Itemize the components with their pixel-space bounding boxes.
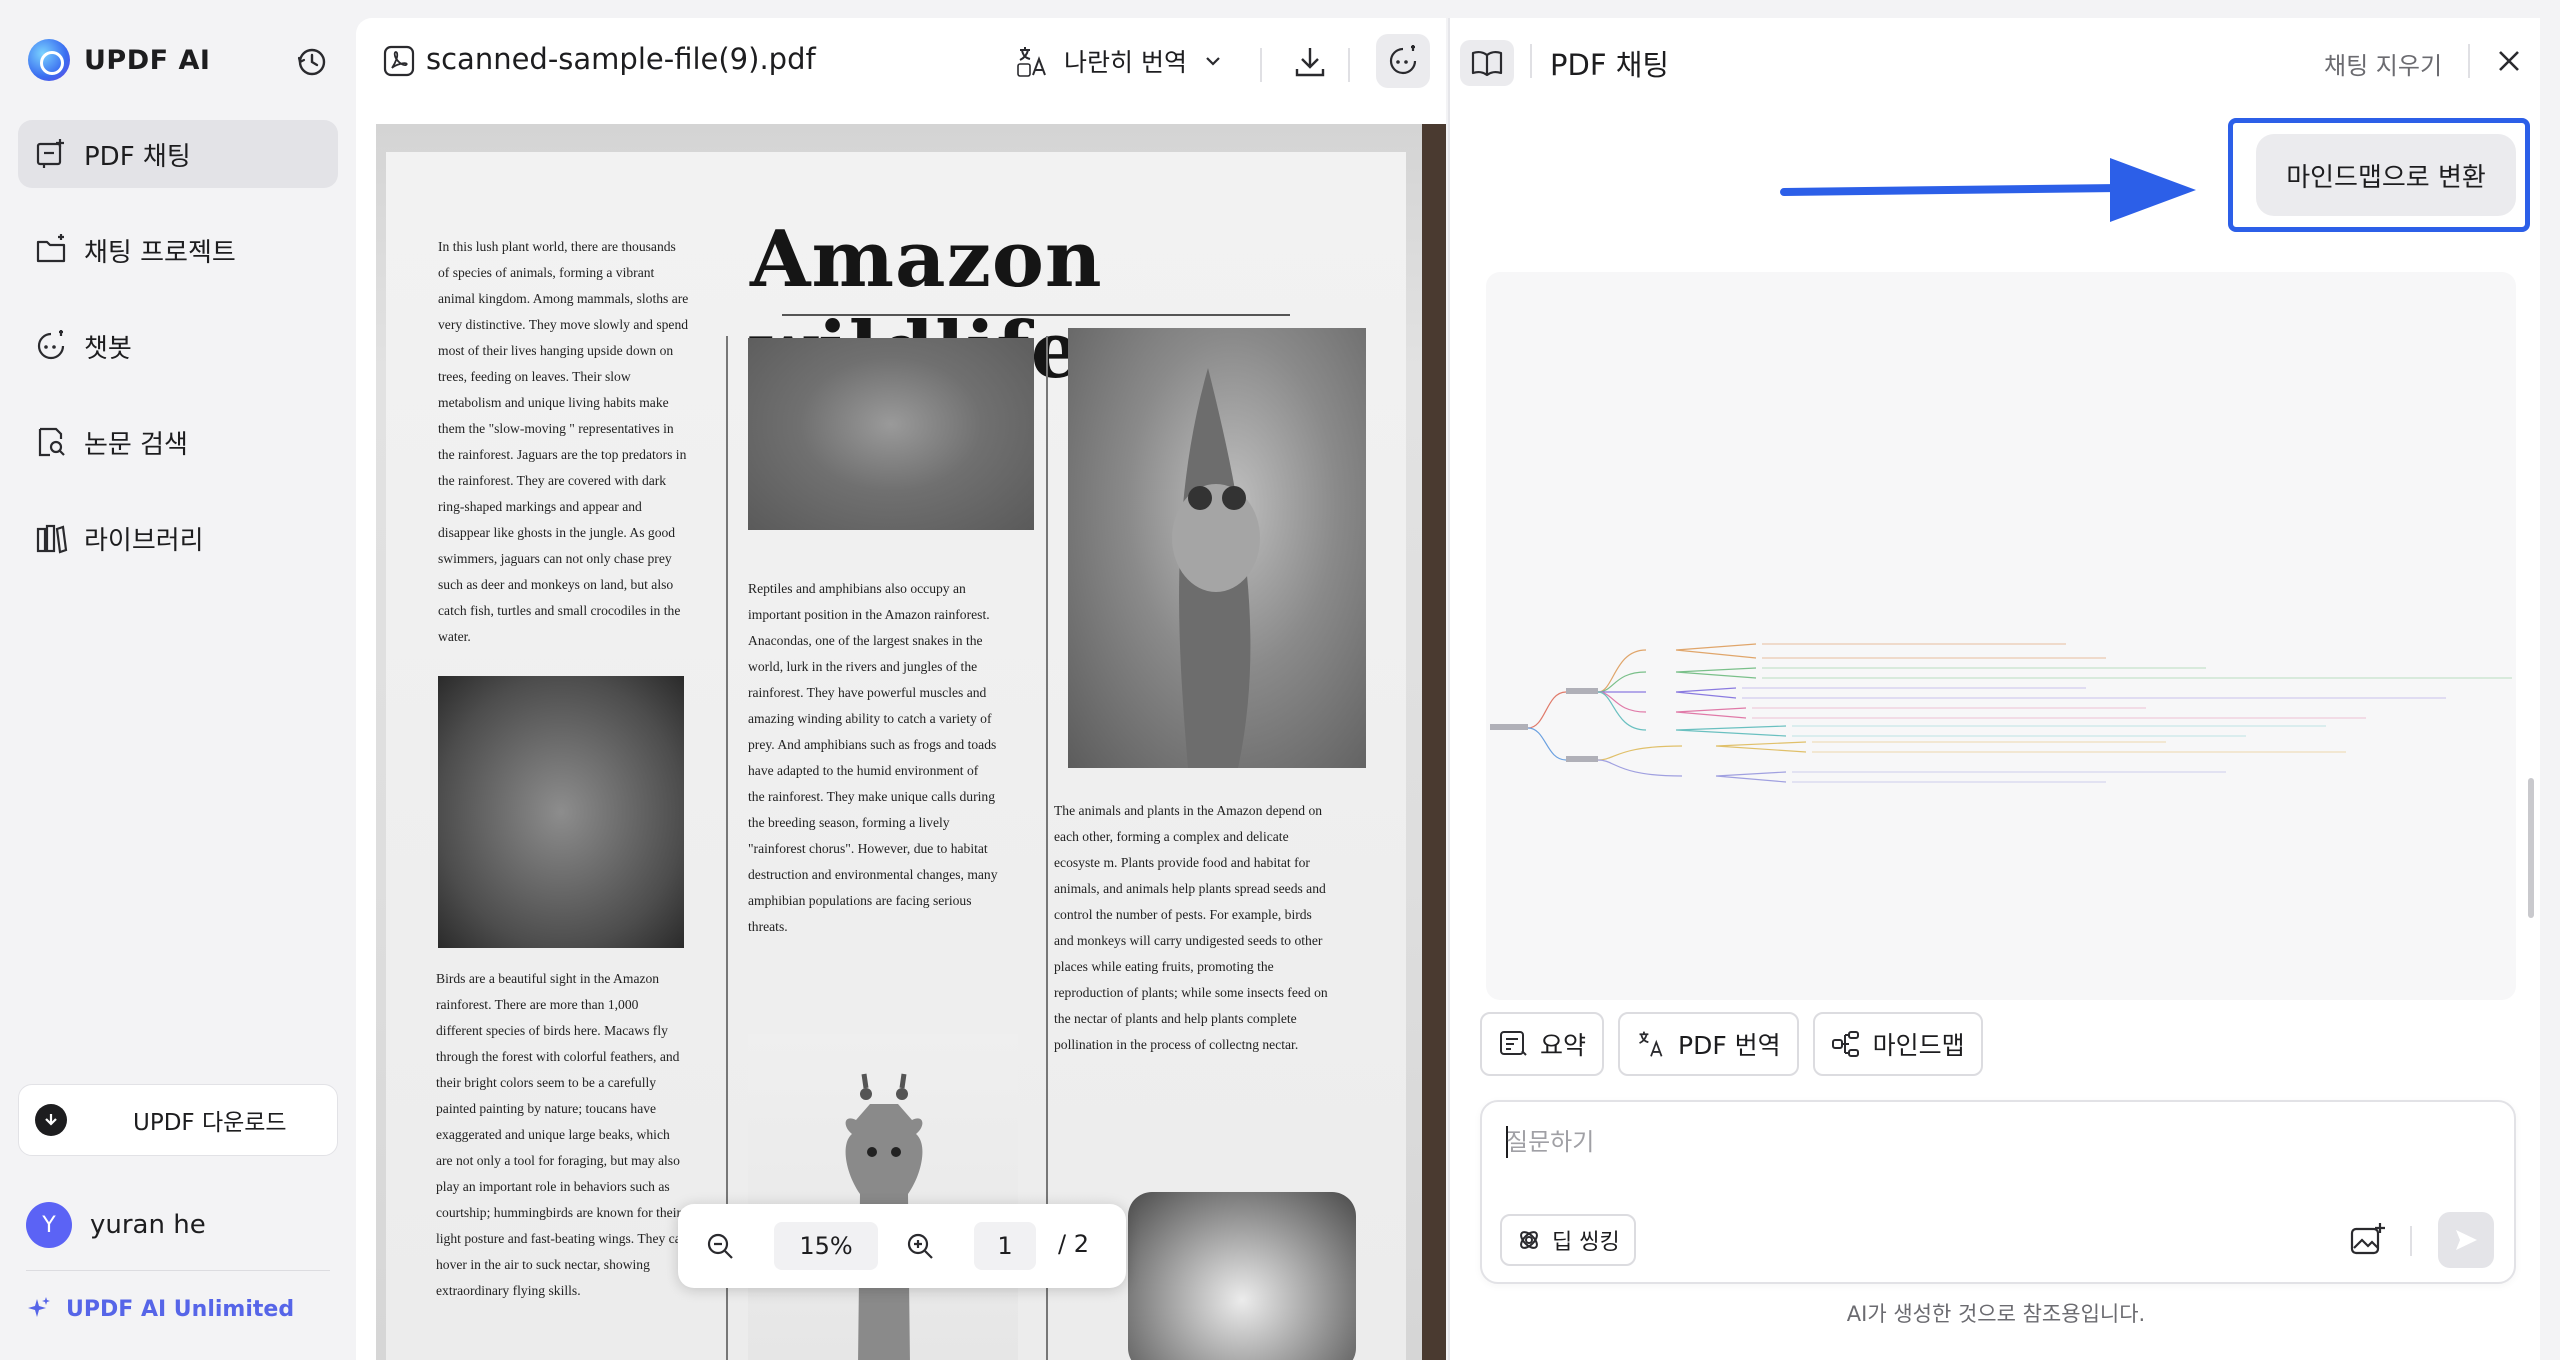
page-text-column-2: Reptiles and amphibians also occupy an i… (748, 581, 998, 934)
translate-icon (1017, 47, 1046, 77)
download-icon[interactable] (1290, 42, 1330, 82)
zoom-in-icon (907, 1233, 933, 1259)
zoom-out-icon (707, 1233, 733, 1259)
updf-logo-icon (28, 39, 70, 81)
ai-chat-toggle-button[interactable] (1376, 34, 1430, 88)
sidebar-item-label: PDF 채팅 (84, 141, 191, 172)
pdf-page: Amazon wildlife In this lush plant world… (376, 124, 1422, 1360)
book-view-button[interactable] (1460, 40, 1514, 86)
pdf-viewer: scanned-sample-file(9).pdf 나란히 번역 Amazon… (356, 18, 1446, 1360)
user-profile[interactable]: Y yuran he (26, 1202, 206, 1248)
summary-icon (1500, 1031, 1527, 1056)
header-divider (1530, 44, 1532, 78)
clear-chat-button[interactable]: 채팅 지우기 (2324, 46, 2442, 81)
paper-search-icon (38, 427, 65, 457)
book-icon (1471, 50, 1503, 77)
zoom-out-button[interactable] (700, 1226, 740, 1266)
plan-link[interactable]: UPDF AI Unlimited (26, 1296, 294, 1322)
convert-to-mindmap-button[interactable]: 마인드맵으로 변환 (2256, 134, 2516, 216)
download-label: UPDF 다운로드 (133, 1110, 287, 1136)
chat-title: PDF 채팅 (1550, 48, 1670, 82)
library-icon (36, 524, 68, 554)
sidebar-item-paper-search[interactable]: 논문 검색 (18, 408, 338, 476)
flamingo-photo (438, 676, 684, 948)
translate-mode-select[interactable]: 나란히 번역 (1016, 38, 1223, 84)
sparkle-icon (28, 1297, 50, 1317)
user-name: yuran he (90, 1210, 206, 1240)
sidebar-item-pdf-chat[interactable]: PDF 채팅 (18, 120, 338, 188)
history-icon[interactable] (294, 44, 330, 80)
chatbot-icon (37, 330, 65, 360)
summary-chip[interactable]: 요약 (1480, 1012, 1605, 1076)
brand-name: UPDF AI (84, 44, 211, 76)
zoom-level-field[interactable]: 15% (774, 1222, 878, 1270)
deep-thinking-button[interactable]: 딥 씽킹 (1500, 1214, 1636, 1266)
page-text-column-1: In this lush plant world, there are thou… (438, 239, 689, 644)
annotation-arrow (1780, 158, 2196, 222)
zoom-toolbar: 15% 1 / 2 (678, 1204, 1126, 1288)
page-text-column-3: The animals and plants in the Amazon dep… (1054, 803, 1328, 1052)
mindmap-preview[interactable] (1486, 272, 2516, 1000)
chat-input[interactable] (1506, 1120, 2406, 1164)
plan-label: UPDF AI Unlimited (66, 1296, 295, 1322)
chat-scrollbar[interactable] (2528, 778, 2534, 918)
pdf-page-area[interactable]: Amazon wildlife In this lush plant world… (376, 124, 1446, 1360)
quick-action-chips: 요약 PDF 번역 마인드맵 (1480, 1012, 1997, 1076)
zoom-in-button[interactable] (900, 1226, 940, 1266)
owl-photo (748, 338, 1034, 530)
sidebar: UPDF AI PDF 채팅 채팅 프로젝트 챗봇 논문 검색 라이브러리 UP… (0, 0, 354, 1360)
divider (26, 1270, 330, 1271)
page-text-column-1b: Birds are a beautiful sight in the Amazo… (436, 971, 688, 1298)
mindmap-icon (1831, 1031, 1859, 1057)
chat-input-box: 딥 씽킹 (1480, 1100, 2516, 1284)
page-total: / 2 (1058, 1230, 1089, 1258)
sidebar-item-label: 논문 검색 (84, 429, 188, 460)
chat-panel: PDF 채팅 채팅 지우기 마인드맵으로 변환 요약 PDF 번역 마인드맵 질… (1448, 18, 2540, 1360)
ai-chat-icon (1389, 45, 1417, 75)
chip-label: 마인드맵 (1872, 1031, 1965, 1060)
chip-label: PDF 번역 (1678, 1031, 1781, 1060)
folder-chat-icon (36, 234, 66, 263)
translate-icon (1639, 1031, 1663, 1057)
frog-photo (1068, 328, 1366, 768)
deep-thinking-label: 딥 씽킹 (1552, 1230, 1620, 1255)
avatar: Y (26, 1202, 72, 1248)
sidebar-item-label: 채팅 프로젝트 (84, 237, 236, 268)
chip-label: 요약 (1540, 1031, 1587, 1060)
sidebar-nav: PDF 채팅 채팅 프로젝트 챗봇 논문 검색 라이브러리 (18, 120, 338, 600)
close-icon[interactable] (2492, 44, 2526, 78)
sidebar-item-chat-project[interactable]: 채팅 프로젝트 (18, 216, 338, 284)
input-divider (2410, 1226, 2412, 1256)
sidebar-item-chatbot[interactable]: 챗봇 (18, 312, 338, 380)
mindmap-chip[interactable]: 마인드맵 (1812, 1012, 1983, 1076)
chat-pdf-icon (36, 139, 64, 168)
toolbar-divider (1348, 48, 1350, 82)
header-divider (2468, 44, 2470, 78)
send-button[interactable] (2438, 1212, 2494, 1268)
sidebar-item-label: 라이브러리 (84, 525, 204, 556)
title-rule (782, 314, 1290, 316)
updf-download-button[interactable]: UPDF 다운로드 (18, 1084, 338, 1156)
ai-disclaimer: AI가 생성한 것으로 참조용입니다. (1846, 1302, 2146, 1326)
mindmap-graph (1490, 643, 2512, 783)
file-name: scanned-sample-file(9).pdf (426, 42, 816, 76)
barn-owl-photo (1128, 1192, 1356, 1360)
giraffe-photo (748, 1034, 1018, 1360)
deep-thinking-icon (1520, 1231, 1538, 1249)
brand[interactable]: UPDF AI (28, 38, 210, 82)
page-number-field[interactable]: 1 (974, 1222, 1036, 1270)
download-icon (35, 1104, 67, 1136)
image-upload-icon[interactable] (2348, 1220, 2388, 1260)
toolbar-divider (1260, 48, 1262, 82)
sidebar-item-label: 챗봇 (84, 333, 132, 364)
chevron-down-icon (1206, 57, 1220, 66)
sidebar-item-library[interactable]: 라이브러리 (18, 504, 338, 572)
pdf-translate-chip[interactable]: PDF 번역 (1618, 1012, 1799, 1076)
pdf-file-icon (383, 45, 415, 77)
translate-mode-label: 나란히 번역 (1064, 48, 1187, 77)
send-icon (2456, 1230, 2477, 1250)
